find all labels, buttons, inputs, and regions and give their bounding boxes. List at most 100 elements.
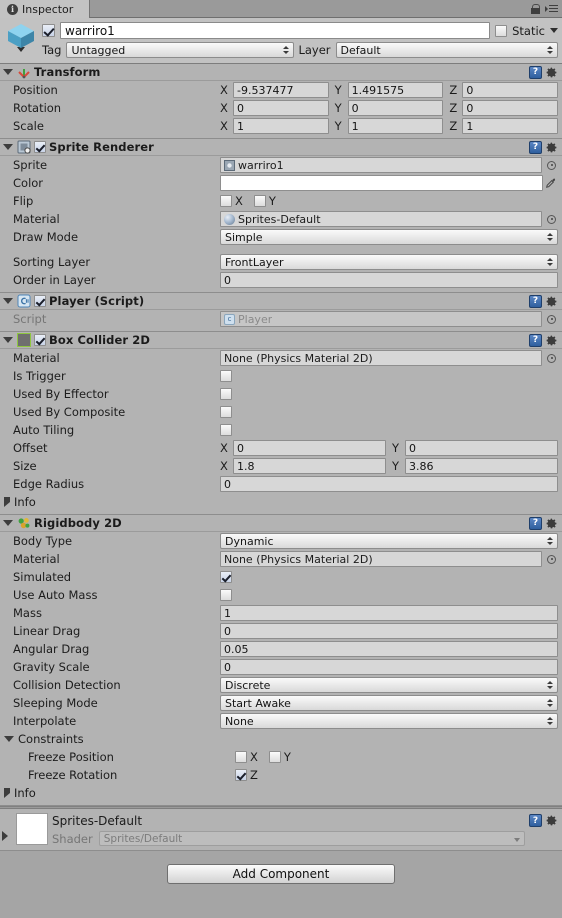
- component-header[interactable]: Box Collider 2D?: [0, 332, 562, 349]
- checkbox-use-auto-mass[interactable]: [220, 589, 232, 601]
- text-input[interactable]: 0: [220, 272, 558, 288]
- component-foldout-icon[interactable]: [3, 69, 13, 75]
- text-input[interactable]: 0: [220, 659, 558, 675]
- dropdown-value: Dynamic: [225, 534, 274, 548]
- gear-icon[interactable]: [545, 334, 558, 347]
- object-field-material[interactable]: None (Physics Material 2D): [220, 350, 542, 366]
- help-icon[interactable]: ?: [529, 65, 542, 79]
- hamburger-menu-icon[interactable]: [545, 4, 558, 13]
- axis-input-x[interactable]: 0: [233, 440, 386, 456]
- checkbox-auto-tiling[interactable]: [220, 424, 232, 436]
- foldout-icon[interactable]: [4, 736, 14, 742]
- dropdown-sorting-layer[interactable]: FrontLayer: [220, 254, 558, 270]
- object-picker-icon[interactable]: [545, 314, 558, 324]
- help-icon[interactable]: ?: [529, 814, 542, 827]
- object-picker-icon[interactable]: [545, 554, 558, 564]
- foldout-icon[interactable]: [4, 497, 10, 507]
- component-header[interactable]: Transform?: [0, 64, 562, 81]
- dropdown-collision-detection[interactable]: Discrete: [220, 677, 558, 693]
- flip-x-checkbox[interactable]: [220, 195, 232, 207]
- color-swatch[interactable]: [220, 175, 543, 191]
- text-input[interactable]: 1: [220, 605, 558, 621]
- freeze-z-checkbox[interactable]: [235, 769, 247, 781]
- object-picker-icon[interactable]: [545, 353, 558, 363]
- add-component-button[interactable]: Add Component: [167, 864, 395, 884]
- help-icon[interactable]: ?: [529, 516, 542, 530]
- sprite-icon: [224, 159, 235, 171]
- gear-icon[interactable]: [545, 517, 558, 530]
- axis-input-y[interactable]: 1: [347, 118, 444, 134]
- axis-input-x[interactable]: 0: [233, 100, 329, 116]
- axis-input-y[interactable]: 1.491575: [347, 82, 444, 98]
- component-bottom-pad: [0, 289, 562, 292]
- eyedropper-icon[interactable]: [543, 177, 558, 190]
- text-input[interactable]: 0: [220, 623, 558, 639]
- property-control: warriro1: [220, 157, 558, 173]
- axis-input-x[interactable]: -9.537477: [233, 82, 329, 98]
- foldout-icon[interactable]: [4, 788, 10, 798]
- dropdown-sleeping-mode[interactable]: Start Awake: [220, 695, 558, 711]
- object-picker-icon[interactable]: [545, 160, 558, 170]
- checkbox-used-by-effector[interactable]: [220, 388, 232, 400]
- component-enable-checkbox[interactable]: [34, 141, 46, 153]
- freeze-y-checkbox[interactable]: [268, 751, 281, 763]
- axis-input-x[interactable]: 1: [233, 118, 329, 134]
- foldout-info[interactable]: Info: [0, 493, 562, 511]
- axis-input-z[interactable]: 0: [462, 100, 559, 116]
- component-enable-checkbox[interactable]: [34, 334, 46, 346]
- layer-dropdown[interactable]: Default: [335, 42, 558, 58]
- component-header[interactable]: Rigidbody 2D?: [0, 515, 562, 532]
- text-input[interactable]: 0: [220, 476, 558, 492]
- component-foldout-icon[interactable]: [3, 144, 13, 150]
- tag-dropdown[interactable]: Untagged: [66, 42, 295, 58]
- axis-input-y[interactable]: 0: [405, 440, 558, 456]
- flip-y: Y: [253, 194, 276, 208]
- axis-input-x[interactable]: 1.8: [233, 458, 386, 474]
- component-foldout-icon[interactable]: [3, 520, 13, 526]
- text-input[interactable]: 0.05: [220, 641, 558, 657]
- component-foldout-icon[interactable]: [3, 337, 13, 343]
- component-enable-checkbox[interactable]: [34, 295, 46, 307]
- dropdown-draw-mode[interactable]: Simple: [220, 229, 558, 245]
- help-icon[interactable]: ?: [529, 140, 542, 154]
- property-label: Mass: [13, 606, 42, 620]
- foldout-info[interactable]: Info: [0, 784, 562, 802]
- lock-icon[interactable]: [531, 3, 540, 14]
- material-foldout-icon[interactable]: [2, 831, 8, 841]
- component-header[interactable]: Sprite Renderer?: [0, 139, 562, 156]
- dropdown-interpolate[interactable]: None: [220, 713, 558, 729]
- gear-icon[interactable]: [545, 66, 558, 79]
- shader-label: Shader: [52, 831, 93, 846]
- object-field-material[interactable]: None (Physics Material 2D): [220, 551, 542, 567]
- gear-icon[interactable]: [545, 141, 558, 154]
- checkbox-is-trigger[interactable]: [220, 370, 232, 382]
- flip-y-checkbox[interactable]: [253, 195, 266, 207]
- shader-dropdown[interactable]: Sprites/Default: [98, 831, 525, 846]
- object-field-sprite[interactable]: warriro1: [220, 157, 542, 173]
- checkbox-simulated[interactable]: [220, 571, 232, 583]
- axis-input-y[interactable]: 0: [347, 100, 444, 116]
- dropdown-body-type[interactable]: Dynamic: [220, 533, 558, 549]
- foldout-constraints[interactable]: Constraints: [0, 730, 562, 748]
- property-label: Position: [13, 83, 58, 97]
- gameobject-name-input[interactable]: warriro1: [60, 22, 491, 39]
- object-picker-icon[interactable]: [545, 214, 558, 224]
- component-foldout-icon[interactable]: [3, 298, 13, 304]
- axis-input-z[interactable]: 1: [462, 118, 559, 134]
- checkbox-used-by-composite[interactable]: [220, 406, 232, 418]
- gear-icon[interactable]: [545, 295, 558, 308]
- object-field-material[interactable]: Sprites-Default: [220, 211, 542, 227]
- help-icon[interactable]: ?: [529, 333, 542, 347]
- gameobject-active-checkbox[interactable]: [42, 24, 55, 37]
- static-checkbox[interactable]: [495, 24, 508, 37]
- component-header[interactable]: Player (Script)?: [0, 293, 562, 310]
- static-dropdown-icon[interactable]: [550, 28, 558, 33]
- shader-value: Sprites/Default: [103, 832, 183, 845]
- freeze-x-checkbox[interactable]: [235, 751, 247, 763]
- axis-input-y[interactable]: 3.86: [405, 458, 558, 474]
- axis-input-z[interactable]: 0: [462, 82, 559, 98]
- help-icon[interactable]: ?: [529, 294, 542, 308]
- tab-inspector[interactable]: i Inspector: [0, 0, 91, 18]
- gear-icon[interactable]: [545, 814, 558, 827]
- material-preview-block: Sprites-Default Shader Sprites/Default ?: [0, 808, 562, 851]
